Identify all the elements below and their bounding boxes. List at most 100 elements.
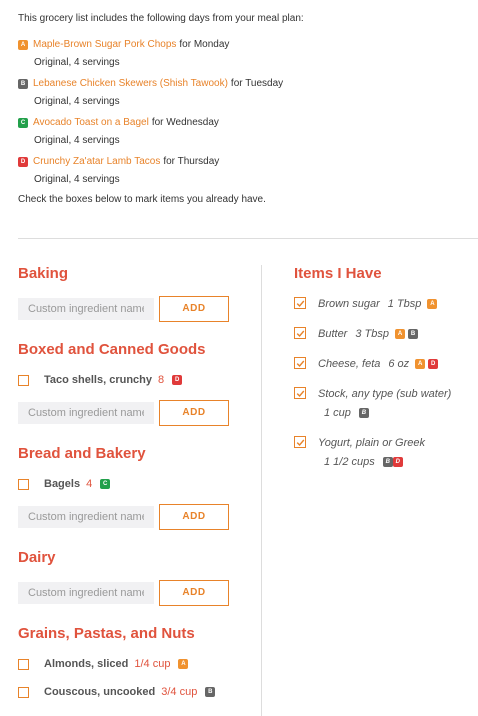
- items-i-have-panel: Items I Have Brown sugar 1 Tbsp A Butter…: [294, 265, 474, 484]
- item-name: Couscous, uncooked: [44, 686, 156, 698]
- recipe-badge-b: B: [408, 329, 418, 339]
- instructions-text: Check the boxes below to mark items you …: [18, 194, 266, 205]
- section-title: Dairy: [18, 549, 56, 566]
- recipe-badge-c: C: [100, 479, 111, 489]
- item-name: Yogurt, plain or Greek: [318, 437, 426, 449]
- plan-day-thursday: D Crunchy Za'atar Lamb Tacos for Thursda…: [18, 155, 468, 186]
- item-name: Cheese, feta: [318, 358, 381, 370]
- checkmark-icon: [296, 390, 305, 398]
- item-checkbox-checked[interactable]: [294, 436, 306, 448]
- section-grains-pastas-nuts: Grains, Pastas, and Nuts Almonds, sliced…: [18, 625, 250, 700]
- section-boxed-canned: Boxed and Canned Goods Taco shells, crun…: [18, 341, 250, 426]
- recipe-link[interactable]: Lebanese Chicken Skewers (Shish Tawook): [33, 77, 228, 90]
- item-checkbox[interactable]: [18, 658, 29, 670]
- item-quantity: 3/4 cup: [161, 686, 198, 698]
- plan-day-label: for Monday: [179, 39, 230, 50]
- plan-day-monday: A Maple-Brown Sugar Pork Chops for Monda…: [18, 38, 468, 69]
- item-quantity: 1/4 cup: [134, 658, 171, 670]
- grocery-sections: Baking ADD Boxed and Canned Goods Taco s…: [18, 265, 250, 712]
- servings-text: Original, 4 servings: [34, 174, 120, 185]
- section-bread-bakery: Bread and Bakery Bagels 4 C ADD: [18, 445, 250, 530]
- add-ingredient-button[interactable]: ADD: [159, 295, 229, 322]
- section-title: Grains, Pastas, and Nuts: [18, 625, 195, 642]
- recipe-badge-b: B: [358, 408, 369, 418]
- plan-day-tuesday: B Lebanese Chicken Skewers (Shish Tawook…: [18, 77, 468, 108]
- meal-plan-days: A Maple-Brown Sugar Pork Chops for Monda…: [18, 38, 468, 186]
- have-item: Stock, any type (sub water) 1 cup B: [294, 386, 474, 421]
- recipe-badge-d: D: [172, 375, 183, 385]
- item-checkbox[interactable]: [18, 374, 29, 386]
- custom-ingredient-input[interactable]: [18, 297, 154, 320]
- custom-ingredient-input[interactable]: [18, 581, 154, 604]
- item-quantity: 4: [86, 478, 93, 490]
- add-ingredient-button[interactable]: ADD: [159, 399, 229, 426]
- section-dairy: Dairy ADD: [18, 549, 250, 606]
- item-name: Butter: [318, 328, 348, 340]
- recipe-badge-d: D: [392, 457, 403, 467]
- recipe-badge-a: A: [395, 329, 405, 339]
- custom-ingredient-row: ADD: [18, 295, 250, 322]
- item-name: Taco shells, crunchy: [44, 374, 153, 386]
- item-checkbox[interactable]: [18, 478, 29, 490]
- recipe-badge-b: B: [18, 78, 28, 89]
- plan-day-wednesday: C Avocado Toast on a Bagel for Wednesday…: [18, 116, 468, 147]
- column-divider: [261, 265, 262, 716]
- item-quantity: 1 cup: [324, 407, 351, 419]
- recipe-link[interactable]: Avocado Toast on a Bagel: [33, 116, 149, 129]
- section-baking: Baking ADD: [18, 265, 250, 322]
- recipe-badge-b: B: [382, 457, 393, 467]
- section-title: Baking: [18, 265, 69, 282]
- item-name: Bagels: [44, 478, 81, 490]
- recipe-link[interactable]: Maple-Brown Sugar Pork Chops: [33, 38, 176, 51]
- have-item: Brown sugar 1 Tbsp A: [294, 296, 474, 312]
- item-name: Almonds, sliced: [44, 658, 129, 670]
- servings-text: Original, 4 servings: [34, 135, 120, 146]
- plan-day-label: for Tuesday: [230, 78, 284, 89]
- divider: [18, 238, 478, 239]
- section-title: Boxed and Canned Goods: [18, 341, 206, 358]
- recipe-badge-a: A: [415, 359, 426, 369]
- have-item: Cheese, feta 6 oz A D: [294, 356, 474, 372]
- list-item: Bagels 4 C: [18, 476, 250, 492]
- recipe-badge-c: C: [18, 117, 28, 128]
- item-checkbox-checked[interactable]: [294, 387, 306, 399]
- recipe-link[interactable]: Crunchy Za'atar Lamb Tacos: [33, 155, 160, 168]
- plan-day-label: for Thursday: [163, 156, 220, 167]
- item-name: Stock, any type (sub water): [318, 388, 452, 400]
- custom-ingredient-row: ADD: [18, 579, 250, 606]
- recipe-badge-d: D: [428, 359, 439, 369]
- item-name: Brown sugar: [318, 298, 380, 310]
- item-checkbox[interactable]: [18, 686, 29, 698]
- item-checkbox-checked[interactable]: [294, 297, 306, 309]
- servings-text: Original, 4 servings: [34, 57, 120, 68]
- custom-ingredient-row: ADD: [18, 399, 250, 426]
- checkmark-icon: [296, 439, 305, 447]
- item-quantity: 8: [158, 374, 165, 386]
- item-checkbox-checked[interactable]: [294, 327, 306, 339]
- checkmark-icon: [296, 330, 305, 338]
- recipe-badge-b: B: [205, 687, 216, 697]
- section-title: Bread and Bakery: [18, 445, 146, 462]
- servings-text: Original, 4 servings: [34, 96, 120, 107]
- recipe-badge-a: A: [178, 659, 189, 669]
- intro-text: This grocery list includes the following…: [18, 13, 304, 24]
- plan-day-label: for Wednesday: [151, 117, 219, 128]
- custom-ingredient-input[interactable]: [18, 505, 154, 528]
- item-checkbox-checked[interactable]: [294, 357, 306, 369]
- recipe-badge-a: A: [427, 299, 438, 309]
- custom-ingredient-input[interactable]: [18, 401, 154, 424]
- item-quantity: 1 Tbsp: [387, 298, 422, 310]
- list-item: Almonds, sliced 1/4 cup A: [18, 656, 250, 672]
- recipe-badge-a: A: [18, 39, 28, 50]
- item-quantity: 6 oz: [388, 358, 410, 370]
- add-ingredient-button[interactable]: ADD: [159, 503, 229, 530]
- meal-plan-intro: This grocery list includes the following…: [18, 12, 468, 205]
- add-ingredient-button[interactable]: ADD: [159, 579, 229, 606]
- have-item: Butter 3 Tbsp A B: [294, 326, 474, 342]
- have-item: Yogurt, plain or Greek 1 1/2 cups B D: [294, 435, 474, 470]
- custom-ingredient-row: ADD: [18, 503, 250, 530]
- checkmark-icon: [296, 360, 305, 368]
- list-item: Couscous, uncooked 3/4 cup B: [18, 684, 250, 700]
- checkmark-icon: [296, 300, 305, 308]
- items-i-have-title: Items I Have: [294, 265, 382, 282]
